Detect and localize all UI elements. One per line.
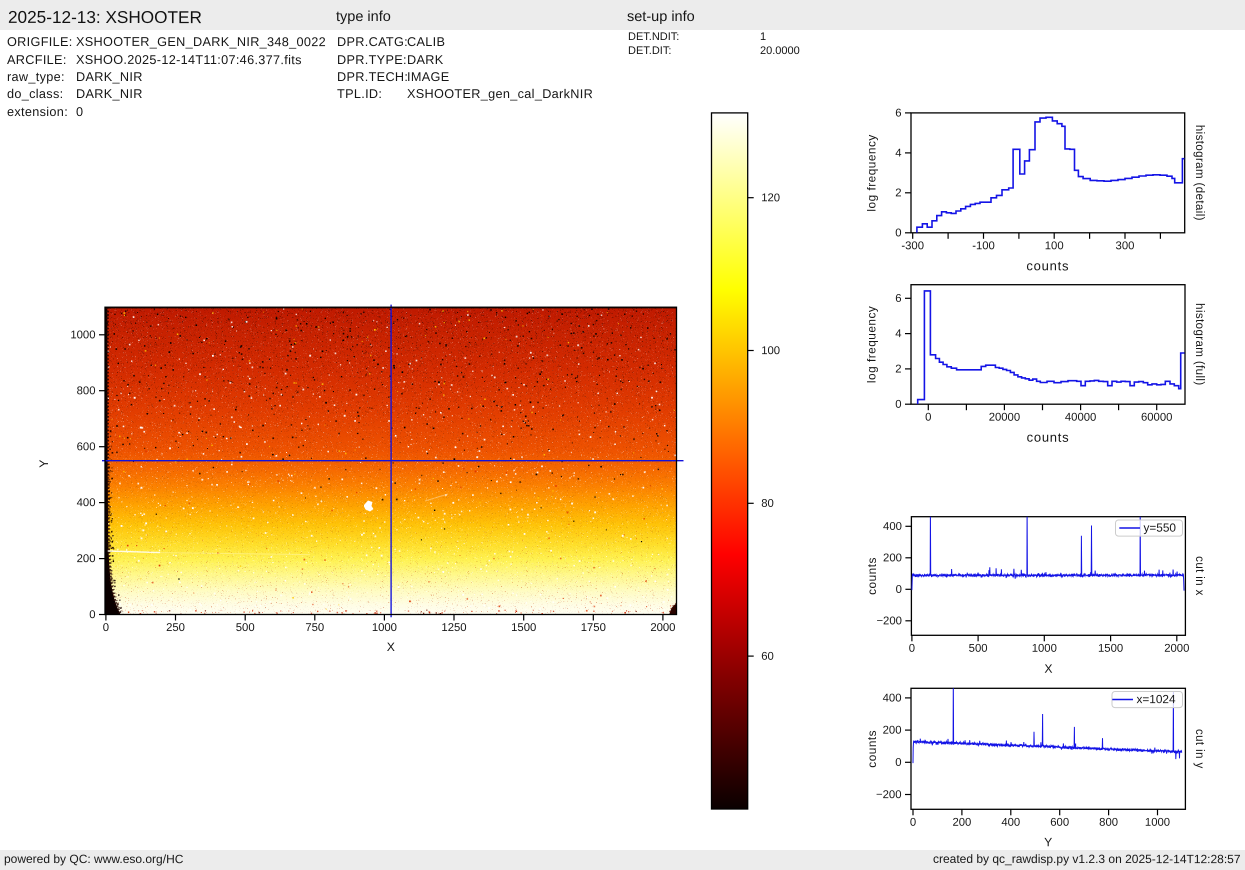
svg-text:1500: 1500	[1098, 643, 1123, 655]
svg-text:1000: 1000	[1032, 643, 1057, 655]
svg-text:1500: 1500	[511, 622, 536, 634]
svg-text:0: 0	[909, 643, 915, 655]
svg-text:800: 800	[1099, 817, 1118, 829]
svg-text:0: 0	[103, 622, 109, 634]
svg-text:250: 250	[166, 622, 185, 634]
svg-text:20000: 20000	[989, 412, 1020, 424]
svg-text:300: 300	[1116, 240, 1135, 252]
svg-text:counts: counts	[865, 557, 879, 595]
svg-text:1000: 1000	[70, 329, 95, 341]
svg-text:0: 0	[896, 584, 902, 596]
svg-text:Y: Y	[1044, 835, 1052, 849]
svg-text:y=550: y=550	[1143, 521, 1176, 535]
svg-text:800: 800	[77, 385, 96, 397]
svg-text:4: 4	[895, 147, 901, 159]
svg-text:log frequency: log frequency	[865, 306, 879, 383]
svg-text:1000: 1000	[372, 622, 397, 634]
svg-text:80: 80	[761, 498, 774, 510]
svg-text:400: 400	[1001, 817, 1020, 829]
svg-text:500: 500	[969, 643, 988, 655]
svg-text:2000: 2000	[1164, 643, 1189, 655]
svg-text:cut in x: cut in x	[1193, 556, 1205, 596]
svg-text:Y: Y	[37, 460, 51, 468]
svg-text:0: 0	[925, 412, 931, 424]
svg-text:750: 750	[305, 622, 324, 634]
svg-text:counts: counts	[865, 730, 879, 768]
svg-text:1000: 1000	[1145, 817, 1170, 829]
svg-text:4: 4	[895, 328, 901, 340]
svg-text:1250: 1250	[441, 622, 466, 634]
svg-text:0: 0	[895, 227, 901, 239]
svg-text:40000: 40000	[1065, 412, 1096, 424]
svg-text:0: 0	[89, 609, 95, 621]
svg-text:X: X	[1044, 662, 1052, 676]
svg-text:0: 0	[910, 817, 916, 829]
svg-text:60000: 60000	[1141, 412, 1172, 424]
svg-text:counts: counts	[1026, 258, 1069, 273]
svg-text:400: 400	[883, 521, 902, 533]
svg-text:2000: 2000	[650, 622, 675, 634]
svg-text:counts: counts	[1027, 430, 1070, 445]
svg-text:400: 400	[77, 497, 96, 509]
svg-text:2: 2	[895, 187, 901, 199]
svg-text:120: 120	[761, 192, 780, 204]
svg-text:-300: -300	[901, 240, 924, 252]
svg-text:0: 0	[895, 757, 901, 769]
svg-text:500: 500	[236, 622, 255, 634]
svg-text:histogram (detail): histogram (detail)	[1193, 125, 1205, 221]
svg-text:cut in y: cut in y	[1193, 729, 1205, 769]
svg-text:200: 200	[952, 817, 971, 829]
svg-text:600: 600	[1050, 817, 1069, 829]
svg-text:−200: −200	[876, 615, 901, 627]
svg-text:-100: -100	[972, 240, 995, 252]
svg-text:400: 400	[883, 692, 902, 704]
svg-text:x=1024: x=1024	[1136, 692, 1175, 706]
svg-text:100: 100	[761, 345, 780, 357]
svg-text:2: 2	[895, 363, 901, 375]
svg-text:X: X	[387, 640, 395, 654]
svg-text:600: 600	[77, 441, 96, 453]
svg-text:200: 200	[883, 725, 902, 737]
svg-text:200: 200	[883, 552, 902, 564]
svg-text:100: 100	[1045, 240, 1064, 252]
svg-text:200: 200	[77, 553, 96, 565]
svg-text:histogram (full): histogram (full)	[1193, 303, 1205, 385]
svg-text:6: 6	[895, 293, 901, 305]
svg-text:−200: −200	[876, 789, 901, 801]
svg-text:60: 60	[761, 651, 774, 663]
svg-text:log frequency: log frequency	[865, 134, 879, 211]
svg-text:6: 6	[895, 107, 901, 119]
svg-text:1750: 1750	[581, 622, 606, 634]
svg-text:0: 0	[895, 399, 901, 411]
